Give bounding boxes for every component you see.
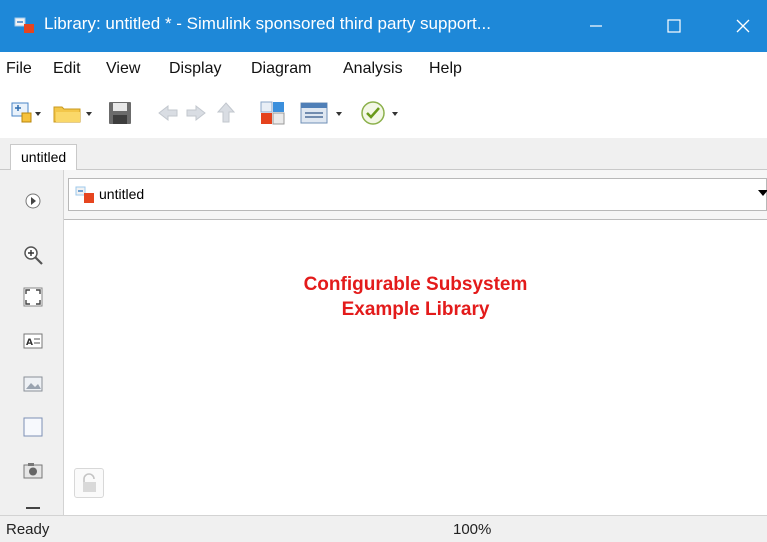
library-browser-icon[interactable] <box>258 99 288 127</box>
zoom-level: 100% <box>453 521 492 538</box>
toolbar <box>0 88 767 138</box>
model-config-icon[interactable] <box>298 99 350 127</box>
minimize-button[interactable] <box>572 0 620 52</box>
model-path-box[interactable]: untitled <box>68 178 767 211</box>
check-model-icon[interactable] <box>358 99 412 127</box>
menu-view[interactable]: View <box>106 60 140 78</box>
area-icon[interactable] <box>22 416 44 438</box>
menu-help[interactable]: Help <box>429 60 462 78</box>
menu-bar: File Edit View Display Diagram Analysis … <box>0 52 767 88</box>
palette-toolbar: A <box>0 170 64 515</box>
menu-file[interactable]: File <box>6 60 32 78</box>
new-model-icon[interactable] <box>10 99 44 127</box>
svg-text:A: A <box>26 338 33 348</box>
status-text: Ready <box>6 521 50 538</box>
diagram-canvas[interactable]: Configurable Subsystem Example Library <box>64 220 767 515</box>
annotation-line-2: Example Library <box>341 299 490 320</box>
maximize-icon <box>667 19 681 33</box>
window-title: Library: untitled * - Simulink sponsored… <box>44 14 491 33</box>
chevron-down-icon[interactable] <box>758 190 767 196</box>
tab-untitled[interactable]: untitled <box>10 144 78 170</box>
save-icon[interactable] <box>106 99 134 127</box>
model-path-label: untitled <box>99 186 145 202</box>
lock-icon <box>83 473 96 492</box>
annotation-line-1: Configurable Subsystem <box>303 274 528 295</box>
more-tools-icon[interactable] <box>22 500 44 512</box>
close-button[interactable] <box>719 0 767 52</box>
image-icon[interactable] <box>22 373 44 395</box>
menu-analysis[interactable]: Analysis <box>343 60 403 78</box>
address-bar: untitled <box>64 170 767 220</box>
maximize-button[interactable] <box>650 0 698 52</box>
library-annotation[interactable]: Configurable Subsystem Example Library <box>64 272 767 322</box>
zoom-icon[interactable] <box>22 244 44 266</box>
fit-to-view-icon[interactable] <box>22 286 44 308</box>
menu-diagram[interactable]: Diagram <box>251 60 311 78</box>
back-icon[interactable] <box>156 99 180 127</box>
library-lock-button[interactable] <box>74 468 104 498</box>
tab-label: untitled <box>21 149 67 165</box>
close-icon <box>736 19 750 33</box>
hide-show-explorer-icon[interactable] <box>22 190 44 212</box>
annotation-icon[interactable]: A <box>22 330 44 352</box>
minimize-icon <box>590 25 602 27</box>
menu-edit[interactable]: Edit <box>53 60 81 78</box>
simulink-app-icon <box>14 17 34 33</box>
tab-strip: untitled <box>0 138 767 170</box>
menu-display[interactable]: Display <box>169 60 221 78</box>
title-bar: Library: untitled * - Simulink sponsored… <box>0 0 767 52</box>
up-icon[interactable] <box>214 99 238 127</box>
open-folder-icon[interactable] <box>52 99 98 127</box>
screenshot-icon[interactable] <box>22 460 44 482</box>
forward-icon[interactable] <box>184 99 208 127</box>
status-bar: Ready 100% <box>0 515 767 542</box>
model-icon <box>75 186 94 203</box>
